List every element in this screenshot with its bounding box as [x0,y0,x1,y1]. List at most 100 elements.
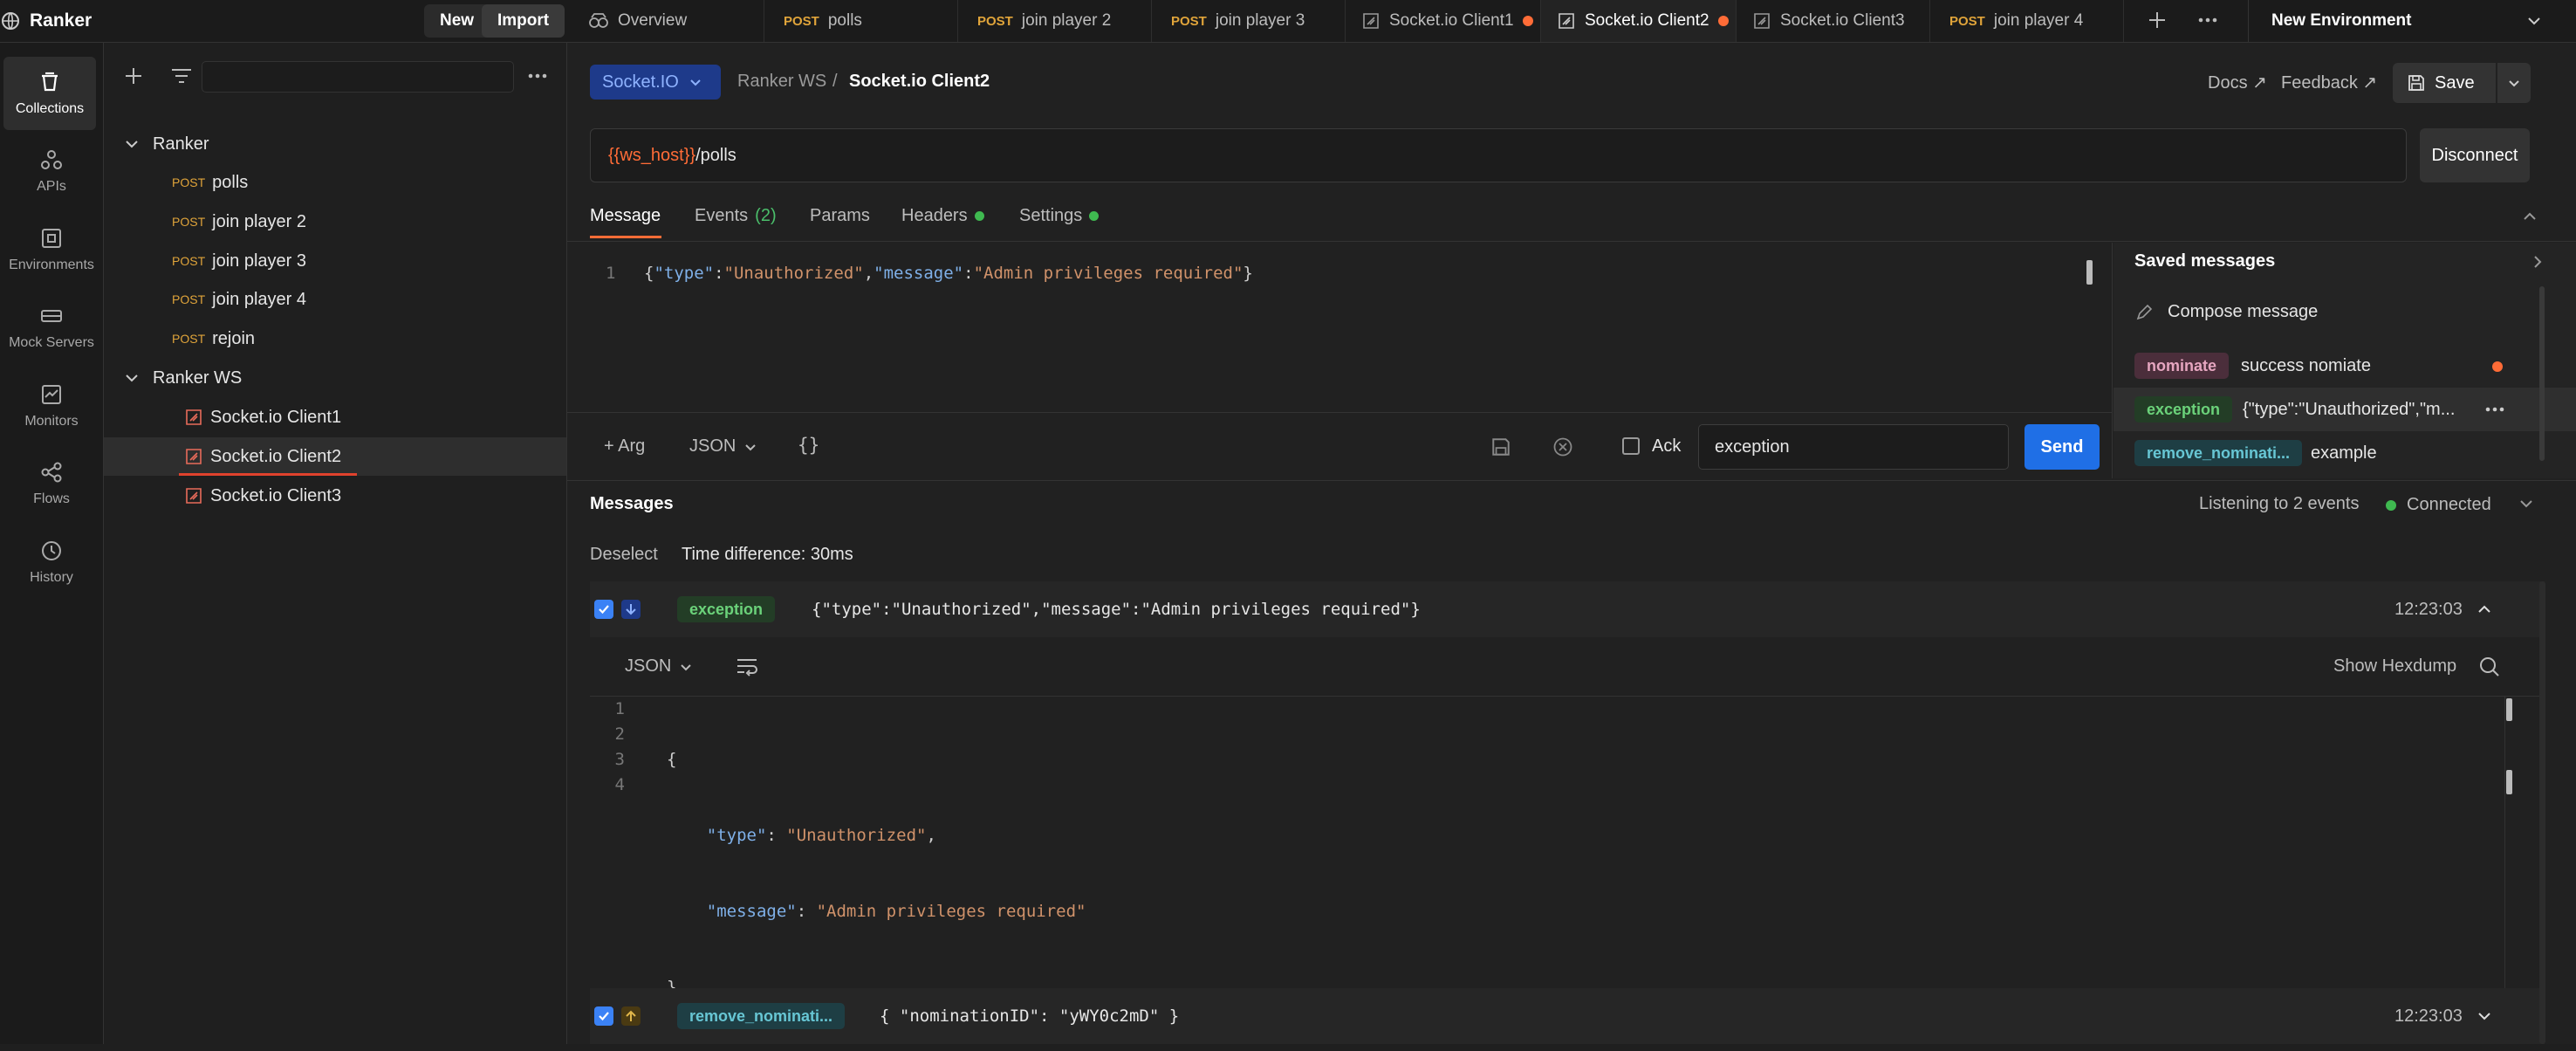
new-button[interactable]: New [424,4,490,38]
tab-socketio-client1[interactable]: Socket.io Client1 [1346,0,1541,42]
sidebar-item-join-player-2[interactable]: POST join player 2 [104,203,566,241]
chevron-down-icon [2506,75,2522,91]
new-tab-plus-icon[interactable] [2147,10,2168,31]
tab-join-player-4[interactable]: POST join player 4 [1930,0,2124,42]
rail-item-mock-servers[interactable]: Mock Servers [0,291,103,364]
tab-headers[interactable]: Headers [901,206,984,226]
clear-circle-x-icon[interactable] [1552,436,1573,457]
feedback-link[interactable]: Feedback ↗ [2281,72,2377,93]
rail-item-flows[interactable]: Flows [0,447,103,520]
pencil-icon [2134,303,2154,322]
sidebar-item-label: rejoin [212,328,256,348]
deselect-button[interactable]: Deselect [590,545,658,565]
docs-link[interactable]: Docs ↗ [2208,72,2267,93]
search-input[interactable] [202,61,514,93]
saved-message-item[interactable]: exception {"type":"Unauthorized","m... [2114,388,2576,431]
rail-item-apis[interactable]: APIs [0,134,103,208]
protocol-selector[interactable]: Socket.IO [590,65,721,100]
show-hexdump-button[interactable]: Show Hexdump [2333,656,2456,677]
detail-scrollbar-top[interactable] [2506,698,2512,721]
collection-ranker[interactable]: Ranker [104,125,566,163]
save-button[interactable]: Save [2393,63,2496,103]
more-tabs-icon[interactable] [2197,10,2218,31]
tab-settings[interactable]: Settings [1019,206,1100,226]
message-detail-editor[interactable]: 1234 { "type": "Unauthorized", "message"… [590,697,2545,997]
sidebar-item-socketio-client2[interactable]: Socket.io Client2 [104,437,566,476]
more-options-icon[interactable] [2484,400,2506,419]
message-row[interactable]: remove_nominati... { "nominationID": "yW… [590,988,2545,1044]
tab-params[interactable]: Params [810,206,870,226]
message-checkbox[interactable] [594,600,613,619]
rail-item-environments[interactable]: Environments [0,213,103,286]
socketio-icon [184,447,203,466]
filter-icon[interactable] [170,65,193,86]
add-arg-button[interactable]: + Arg [604,436,645,457]
ack-checkbox[interactable] [1622,437,1640,455]
collapse-chevron-up-icon[interactable] [2520,208,2539,225]
environment-selector[interactable]: New Environment [2248,0,2576,42]
sidebar-item-join-player-4[interactable]: POST join player 4 [104,280,566,319]
incoming-arrow-icon [621,600,641,619]
workspace-name[interactable]: Ranker [30,10,92,31]
import-button[interactable]: Import [482,4,565,38]
save-options-button[interactable] [2497,63,2531,103]
detail-scrollbar-thumb[interactable] [2506,770,2512,794]
message-editor[interactable]: 1 {"type":"Unauthorized","message":"Admi… [590,255,2093,410]
method-badge: POST [172,292,206,306]
save-message-icon[interactable] [1490,436,1511,457]
active-tab-underline [590,236,661,238]
sidebar-item-socketio-client1[interactable]: Socket.io Client1 [104,398,566,436]
saved-message-item[interactable]: remove_nominati... example [2114,431,2576,475]
message-checkbox[interactable] [594,1006,613,1026]
tab-join-player-2[interactable]: POST join player 2 [958,0,1152,42]
detail-format-selector[interactable]: JSON [625,656,694,677]
tab-overview[interactable]: Overview [569,0,764,42]
format-selector[interactable]: JSON [689,436,758,457]
sidebar-item-rejoin[interactable]: POST rejoin [104,319,566,358]
disconnect-button[interactable]: Disconnect [2420,128,2530,182]
chevron-down-icon[interactable] [2517,494,2536,513]
tab-events[interactable]: Events (2) [695,206,777,226]
compose-message-button[interactable]: Compose message [2134,302,2318,322]
request-title[interactable]: Socket.io Client2 [849,72,990,92]
add-plus-icon[interactable] [123,65,144,86]
unsaved-dot [2492,361,2503,372]
method-badge: POST [172,215,206,229]
editor-scrollbar[interactable] [2086,260,2093,285]
rail-item-collections[interactable]: Collections [3,57,96,130]
rail-label: Flows [33,491,70,506]
chevron-up-icon[interactable] [2475,600,2494,619]
chevron-down-icon [2525,11,2544,31]
send-button[interactable]: Send [2024,424,2100,470]
tab-join-player-3[interactable]: POST join player 3 [1152,0,1346,42]
tab-socketio-client3[interactable]: Socket.io Client3 [1737,0,1930,42]
breadcrumb-separator: / [832,72,838,91]
messages-scrollbar[interactable] [2539,581,2545,1044]
chevron-right-icon[interactable] [2529,253,2546,271]
more-options-icon[interactable] [526,65,549,86]
tab-label: join player 2 [1021,11,1112,30]
beautify-braces-icon[interactable]: {} [798,435,819,456]
event-name-input[interactable]: exception [1698,424,2009,470]
rail-label: Mock Servers [9,335,94,350]
event-tag: nominate [2134,353,2230,379]
search-icon[interactable] [2478,656,2501,678]
sidebar-item-join-player-3[interactable]: POST join player 3 [104,242,566,280]
wrap-lines-icon[interactable] [735,656,759,677]
sidebar-item-polls[interactable]: POST polls [104,163,566,202]
line-numbers: 1234 [614,699,625,794]
tab-polls[interactable]: POST polls [764,0,958,42]
collection-ranker-ws[interactable]: Ranker WS [104,359,566,397]
chevron-down-icon[interactable] [2475,1006,2494,1026]
saved-scrollbar[interactable] [2539,286,2545,461]
method-badge: POST [172,254,206,268]
rail-item-history[interactable]: History [0,526,103,599]
saved-message-item[interactable]: nominate success nomiate [2114,344,2576,388]
tab-message[interactable]: Message [590,206,661,226]
tab-socketio-client2[interactable]: Socket.io Client2 [1541,0,1737,42]
breadcrumb-parent[interactable]: Ranker WS [737,72,826,92]
rail-item-monitors[interactable]: Monitors [0,369,103,443]
url-input[interactable]: {{ws_host}} /polls [590,128,2407,182]
sidebar-item-socketio-client3[interactable]: Socket.io Client3 [104,477,566,515]
message-row[interactable]: exception {"type":"Unauthorized","messag… [590,581,2545,637]
